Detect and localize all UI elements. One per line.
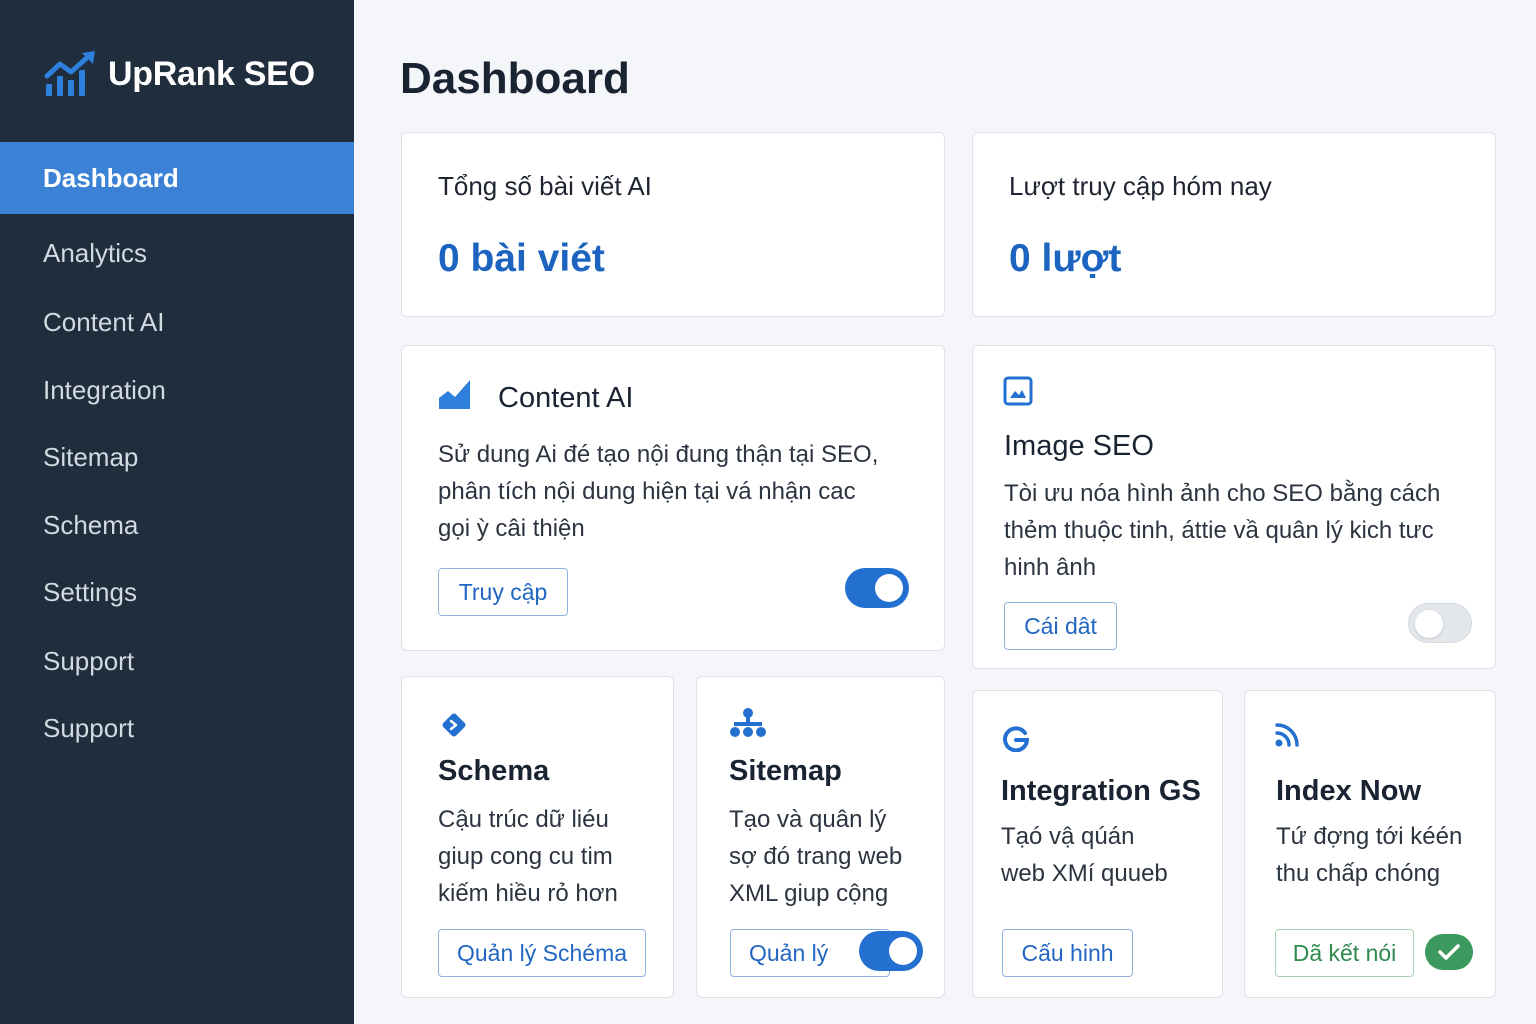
stat-card-ai-posts: Tổng số bài viết AI 0 bài viét (401, 132, 945, 317)
card-title: Content AI (498, 382, 634, 414)
brand-name: UpRank SEO (108, 54, 315, 93)
sitemap-toggle[interactable] (859, 931, 923, 971)
sidebar-item-integration[interactable]: Integration (0, 355, 354, 425)
page-title: Dashboard (400, 54, 630, 103)
google-icon (1003, 726, 1030, 752)
connected-check-icon (1425, 934, 1473, 970)
card-title: Image SEO (1004, 430, 1154, 462)
access-button[interactable]: Truy cập (438, 568, 568, 616)
rss-icon (1275, 723, 1299, 747)
sitemap-icon (730, 708, 766, 737)
card-sitemap: Sitemap Tạo và quân lý sợ đó trang web X… (696, 676, 945, 998)
card-description: Tạo và quân lý sợ đó trang web XML giup … (729, 806, 903, 907)
card-title: Integration GS (1001, 775, 1201, 807)
image-seo-toggle[interactable] (1408, 603, 1472, 643)
card-title: Sitemap (729, 755, 842, 787)
card-title: Schema (438, 755, 550, 787)
area-chart-icon (439, 380, 470, 409)
configure-button[interactable]: Cấu hinh (1002, 929, 1133, 977)
sidebar-item-analytics[interactable]: Analytics (0, 218, 354, 288)
trend-chart-icon (44, 51, 95, 96)
card-schema: Schema Cậu trúc dữ liéu giup cong cu tim… (401, 676, 674, 998)
stat-value: 0 bài viét (438, 237, 605, 280)
image-icon (1003, 376, 1033, 406)
connected-button[interactable]: Dã kết nói (1275, 929, 1414, 977)
card-content-ai: Content AI Sử dung Ai đé tạo nội đung th… (401, 345, 945, 651)
card-description: Tứ đợng tới kéén thu chấp chóng (1276, 823, 1463, 887)
install-button[interactable]: Cái dât (1004, 602, 1117, 650)
card-description: Cậu trúc dữ liéu giup cong cu tim kiếm h… (438, 806, 618, 907)
sidebar-item-support[interactable]: Support (0, 626, 354, 696)
card-image-seo: Image SEO Tòi ưu nóa hình ảnh cho SEO bằ… (972, 345, 1496, 669)
card-integration-gs: Integration GS Tạó vậ qúán web XMí quueb… (972, 690, 1223, 998)
schema-diamond-icon (442, 713, 466, 737)
stat-card-visits: Lượt truy cập hóm nay 0 lượt (972, 132, 1496, 317)
brand-logo[interactable]: UpRank SEO (44, 50, 315, 98)
sidebar-item-sitemap[interactable]: Sitemap (0, 422, 354, 492)
stat-label: Tổng số bài viết AI (438, 171, 652, 201)
sidebar-item-schema[interactable]: Schema (0, 490, 354, 560)
manage-schema-button[interactable]: Quản lý Schéma (438, 929, 646, 977)
sidebar-item-support-2[interactable]: Support (0, 693, 354, 763)
sidebar-item-content-ai[interactable]: Content AI (0, 287, 354, 357)
stat-value: 0 lượt (1009, 237, 1122, 280)
card-description: Tạó vậ qúán web XMí quueb (1001, 823, 1168, 887)
sidebar-item-dashboard[interactable]: Dashboard (0, 142, 354, 214)
card-description: Sử dung Ai đé tạo nội đung thận tại SEO,… (438, 441, 879, 542)
card-index-now: Index Now Tứ đợng tới kéén thu chấp chón… (1244, 690, 1496, 998)
sidebar: UpRank SEO Dashboard Analytics Content A… (0, 0, 354, 1024)
content-ai-toggle[interactable] (845, 568, 909, 608)
stat-label: Lượt truy cập hóm nay (1009, 171, 1272, 201)
card-title: Index Now (1276, 775, 1422, 807)
sidebar-item-settings[interactable]: Settings (0, 557, 354, 627)
card-description: Tòi ưu nóa hình ảnh cho SEO bằng cách th… (1004, 480, 1441, 581)
